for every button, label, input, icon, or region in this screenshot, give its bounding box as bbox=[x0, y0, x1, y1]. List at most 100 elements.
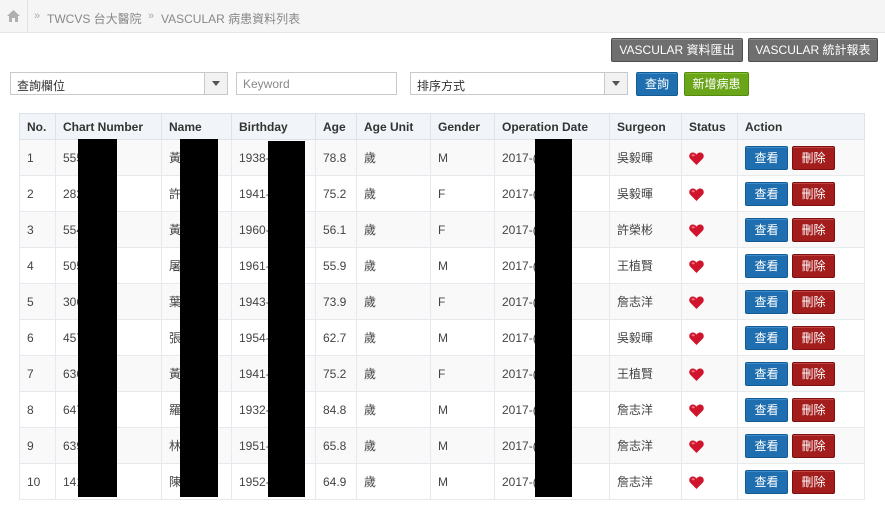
cell-status bbox=[681, 211, 738, 248]
header-operation-date[interactable]: Operation Date bbox=[494, 113, 610, 140]
cell-status bbox=[681, 175, 738, 212]
cell-action: 查看 刪除 bbox=[737, 319, 865, 356]
table-header-row: No. Chart Number Name Birthday Age Age U… bbox=[19, 113, 865, 140]
add-patient-button[interactable]: 新增病患 bbox=[684, 72, 749, 96]
home-link[interactable] bbox=[0, 0, 28, 33]
delete-button[interactable]: 刪除 bbox=[792, 253, 835, 278]
dropdown-toggle[interactable] bbox=[204, 73, 227, 94]
delete-button[interactable]: 刪除 bbox=[792, 145, 835, 170]
cell-age: 78.8 bbox=[315, 139, 357, 176]
cell-no: 7 bbox=[19, 355, 56, 392]
heart-status-icon[interactable] bbox=[689, 296, 704, 309]
view-button[interactable]: 查看 bbox=[745, 217, 788, 242]
stats-report-button[interactable]: VASCULAR 統計報表 bbox=[748, 38, 878, 62]
cell-surgeon: 吳毅暉 bbox=[609, 139, 682, 176]
cell-gender: M bbox=[430, 391, 495, 428]
delete-button[interactable]: 刪除 bbox=[792, 433, 835, 458]
table-row: 9 639 林 1951- 65.8 歲 M 2017-(詹志洋 查看 刪除 bbox=[19, 427, 865, 464]
heart-status-icon[interactable] bbox=[689, 188, 704, 201]
header-status[interactable]: Status bbox=[681, 113, 738, 140]
cell-surgeon: 王植賢 bbox=[609, 355, 682, 392]
table-row: 2 282 許 1941- 75.2 歲 F 2017-(吳毅暉 查看 刪除 bbox=[19, 175, 865, 212]
header-age[interactable]: Age bbox=[315, 113, 357, 140]
heart-status-icon[interactable] bbox=[689, 152, 704, 165]
breadcrumb-item-twcvs[interactable]: TWCVS 台大醫院 bbox=[47, 10, 142, 27]
cell-gender: F bbox=[430, 175, 495, 212]
redaction-bar bbox=[268, 141, 305, 497]
delete-button[interactable]: 刪除 bbox=[792, 217, 835, 242]
heart-status-icon[interactable] bbox=[689, 224, 704, 237]
keyword-input[interactable] bbox=[236, 72, 397, 95]
delete-button[interactable]: 刪除 bbox=[792, 397, 835, 422]
caret-down-icon bbox=[612, 81, 620, 86]
delete-button[interactable]: 刪除 bbox=[792, 181, 835, 206]
breadcrumb-separator-icon: » bbox=[148, 10, 155, 22]
query-button[interactable]: 查詢 bbox=[636, 72, 678, 96]
heart-status-icon[interactable] bbox=[689, 404, 704, 417]
dropdown-toggle[interactable] bbox=[604, 73, 627, 94]
cell-action: 查看 刪除 bbox=[737, 391, 865, 428]
view-button[interactable]: 查看 bbox=[745, 145, 788, 170]
cell-no: 9 bbox=[19, 427, 56, 464]
header-name[interactable]: Name bbox=[161, 113, 232, 140]
cell-action: 查看 刪除 bbox=[737, 211, 865, 248]
cell-surgeon: 詹志洋 bbox=[609, 391, 682, 428]
cell-age-unit: 歲 bbox=[356, 247, 431, 284]
cell-status bbox=[681, 463, 738, 500]
view-button[interactable]: 查看 bbox=[745, 325, 788, 350]
cell-age-unit: 歲 bbox=[356, 427, 431, 464]
delete-button[interactable]: 刪除 bbox=[792, 469, 835, 494]
header-action: Action bbox=[737, 113, 865, 140]
cell-no: 6 bbox=[19, 319, 56, 356]
header-age-unit[interactable]: Age Unit bbox=[356, 113, 431, 140]
breadcrumb: » TWCVS 台大醫院 » VASCULAR 病患資料列表 bbox=[0, 0, 885, 33]
redaction-bar bbox=[78, 139, 117, 497]
sort-select[interactable]: 排序方式 bbox=[410, 72, 628, 95]
heart-status-icon[interactable] bbox=[689, 368, 704, 381]
view-button[interactable]: 查看 bbox=[745, 289, 788, 314]
delete-button[interactable]: 刪除 bbox=[792, 289, 835, 314]
export-data-button[interactable]: VASCULAR 資料匯出 bbox=[611, 38, 743, 62]
delete-button[interactable]: 刪除 bbox=[792, 325, 835, 350]
cell-no: 10 bbox=[19, 463, 56, 500]
view-button[interactable]: 查看 bbox=[745, 397, 788, 422]
table-row: 10 141 陳 1952- 64.9 歲 M 2017-(詹志洋 查看 刪除 bbox=[19, 463, 865, 500]
cell-action: 查看 刪除 bbox=[737, 175, 865, 212]
cell-age: 64.9 bbox=[315, 463, 357, 500]
cell-no: 1 bbox=[19, 139, 56, 176]
table-row: 4 505 屠 1961- 55.9 歲 M 2017-(王植賢 查看 刪除 bbox=[19, 247, 865, 284]
heart-status-icon[interactable] bbox=[689, 260, 704, 273]
view-button[interactable]: 查看 bbox=[745, 253, 788, 278]
table-row: 8 647 羅 1932- 84.8 歲 M 2017-(詹志洋 查看 刪除 bbox=[19, 391, 865, 428]
search-field-select[interactable]: 查詢欄位 bbox=[10, 72, 228, 95]
cell-status bbox=[681, 391, 738, 428]
cell-action: 查看 刪除 bbox=[737, 427, 865, 464]
cell-no: 8 bbox=[19, 391, 56, 428]
cell-action: 查看 刪除 bbox=[737, 463, 865, 500]
home-icon bbox=[7, 10, 20, 22]
search-field-select-value: 查詢欄位 bbox=[17, 79, 66, 93]
header-surgeon[interactable]: Surgeon bbox=[609, 113, 682, 140]
header-birthday[interactable]: Birthday bbox=[231, 113, 316, 140]
view-button[interactable]: 查看 bbox=[745, 361, 788, 386]
cell-age: 56.1 bbox=[315, 211, 357, 248]
heart-status-icon[interactable] bbox=[689, 332, 704, 345]
cell-status bbox=[681, 319, 738, 356]
header-gender[interactable]: Gender bbox=[430, 113, 495, 140]
heart-status-icon[interactable] bbox=[689, 476, 704, 489]
sort-select-value: 排序方式 bbox=[417, 79, 466, 93]
cell-gender: M bbox=[430, 247, 495, 284]
view-button[interactable]: 查看 bbox=[745, 181, 788, 206]
cell-no: 4 bbox=[19, 247, 56, 284]
view-button[interactable]: 查看 bbox=[745, 469, 788, 494]
header-chart-number[interactable]: Chart Number bbox=[55, 113, 162, 140]
cell-surgeon: 吳毅暉 bbox=[609, 175, 682, 212]
header-no[interactable]: No. bbox=[19, 113, 56, 140]
cell-no: 3 bbox=[19, 211, 56, 248]
view-button[interactable]: 查看 bbox=[745, 433, 788, 458]
cell-age: 75.2 bbox=[315, 175, 357, 212]
delete-button[interactable]: 刪除 bbox=[792, 361, 835, 386]
cell-age-unit: 歲 bbox=[356, 139, 431, 176]
heart-status-icon[interactable] bbox=[689, 440, 704, 453]
table-row: 1 555 黃 1938- 78.8 歲 M 2017-(吳毅暉 查看 刪除 bbox=[19, 139, 865, 176]
